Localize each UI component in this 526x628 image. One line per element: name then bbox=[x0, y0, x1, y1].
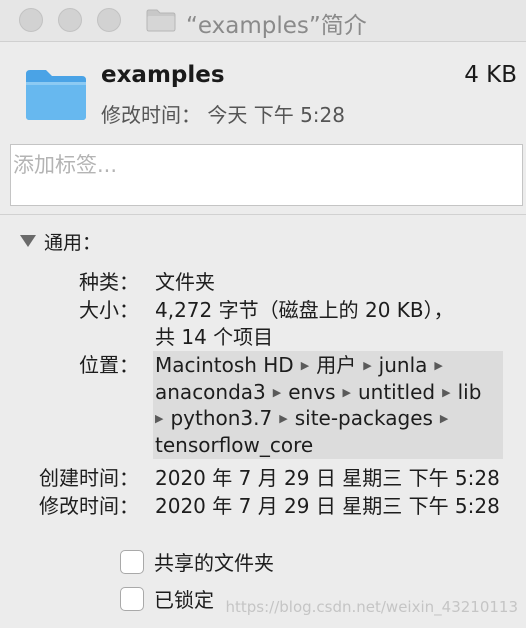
general-section-toggle[interactable]: 通用： bbox=[20, 228, 101, 254]
path-line-1: Macintosh HD ▶ 用户 ▶ junla ▶ bbox=[155, 352, 450, 379]
path-separator-icon: ▶ bbox=[439, 412, 449, 425]
path-line-3: ▶ python3.7 ▶ site-packages ▶ bbox=[155, 405, 455, 432]
path-segment[interactable]: anaconda3 bbox=[155, 380, 266, 404]
path-separator-icon: ▶ bbox=[342, 386, 351, 399]
path-line-4: tensorflow_core bbox=[155, 432, 313, 458]
modified-value: 2020 年 7 月 29 日 星期三 下午 5:28 bbox=[155, 494, 500, 518]
path-segment[interactable]: junla bbox=[379, 353, 428, 377]
tags-input[interactable]: 添加标签... bbox=[10, 144, 523, 206]
item-name: examples bbox=[101, 62, 225, 88]
size-label: 大小： bbox=[79, 298, 139, 322]
kind-value: 文件夹 bbox=[155, 270, 215, 294]
created-label: 创建时间： bbox=[39, 466, 139, 490]
locked-option[interactable]: 已锁定 bbox=[120, 584, 214, 613]
path-segment[interactable]: 用户 bbox=[316, 353, 356, 377]
where-label: 位置： bbox=[79, 353, 139, 377]
where-row: 位置： bbox=[0, 352, 150, 378]
size-row: 大小： 4,272 字节（磁盘上的 20 KB）， bbox=[0, 297, 526, 323]
locked-label: 已锁定 bbox=[154, 588, 214, 612]
minimize-button[interactable] bbox=[58, 8, 82, 32]
path-separator-icon: ▶ bbox=[272, 386, 282, 399]
locked-checkbox[interactable] bbox=[120, 586, 144, 611]
size-row-2: 共 14 个项目 bbox=[0, 324, 526, 350]
path-segment[interactable]: lib bbox=[458, 380, 482, 404]
path-separator-icon: ▶ bbox=[442, 386, 451, 399]
size-value: 4,272 字节（磁盘上的 20 KB）， bbox=[155, 298, 454, 322]
shared-folder-checkbox[interactable] bbox=[120, 549, 144, 574]
path-segment[interactable]: python3.7 bbox=[170, 406, 272, 430]
path-segment[interactable]: envs bbox=[288, 380, 335, 404]
created-row: 创建时间： 2020 年 7 月 29 日 星期三 下午 5:28 bbox=[0, 465, 526, 491]
size-items: 共 14 个项目 bbox=[155, 325, 274, 349]
path-segment[interactable]: untitled bbox=[358, 380, 435, 404]
title-bar: “examples”简介 bbox=[0, 0, 526, 42]
path-separator-icon: ▶ bbox=[363, 359, 372, 372]
created-value: 2020 年 7 月 29 日 星期三 下午 5:28 bbox=[155, 466, 500, 490]
close-button[interactable] bbox=[19, 8, 43, 32]
modified-label: 修改时间： bbox=[39, 494, 139, 518]
window-title: “examples”简介 bbox=[186, 13, 367, 39]
path-separator-icon: ▶ bbox=[300, 359, 310, 372]
modified-row: 修改时间： 2020 年 7 月 29 日 星期三 下午 5:28 bbox=[0, 493, 526, 519]
zoom-button[interactable] bbox=[97, 8, 121, 32]
path-segment[interactable]: site-packages bbox=[295, 406, 433, 430]
kind-label: 种类： bbox=[79, 270, 139, 294]
path-separator-icon: ▶ bbox=[155, 412, 164, 425]
path-segment[interactable]: Macintosh HD bbox=[155, 353, 294, 377]
info-header: examples 4 KB 修改时间： 今天 下午 5:28 bbox=[0, 42, 526, 138]
title-folder-icon bbox=[146, 9, 176, 32]
kind-row: 种类： 文件夹 bbox=[0, 269, 526, 295]
shared-folder-label: 共享的文件夹 bbox=[154, 551, 274, 575]
disclosure-triangle-icon bbox=[20, 235, 36, 247]
path-segment[interactable]: tensorflow_core bbox=[155, 433, 313, 457]
path-separator-icon: ▶ bbox=[434, 359, 443, 372]
item-modified: 修改时间： 今天 下午 5:28 bbox=[101, 103, 345, 127]
watermark: https://blog.csdn.net/weixin_43210113 bbox=[225, 598, 518, 616]
path-line-2: anaconda3 ▶ envs ▶ untitled ▶ lib bbox=[155, 379, 481, 406]
folder-icon bbox=[26, 70, 86, 120]
item-size: 4 KB bbox=[464, 62, 517, 88]
shared-folder-option[interactable]: 共享的文件夹 bbox=[120, 547, 274, 576]
path-separator-icon: ▶ bbox=[279, 412, 288, 425]
divider bbox=[0, 214, 526, 215]
general-section-label: 通用： bbox=[44, 231, 102, 254]
